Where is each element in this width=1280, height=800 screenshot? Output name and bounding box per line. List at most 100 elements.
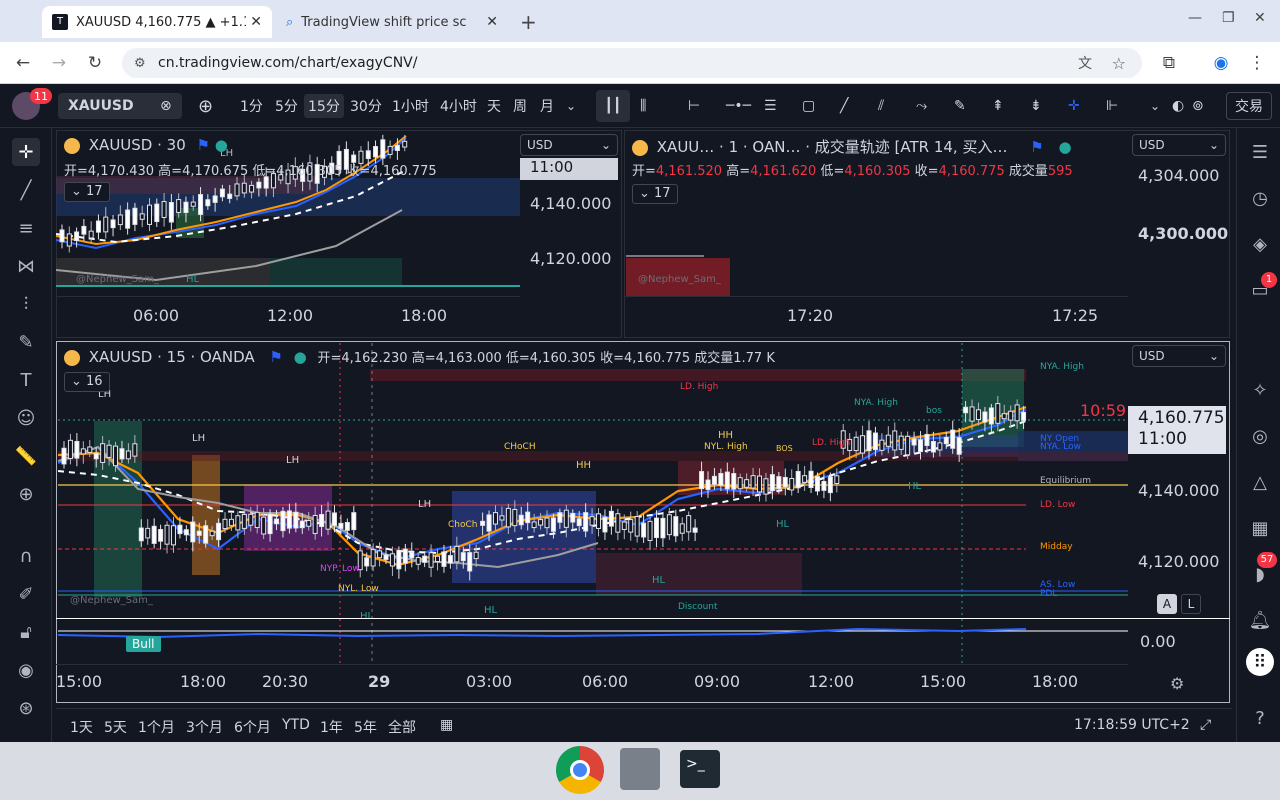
back-arrow-icon[interactable]: ← xyxy=(10,50,36,76)
interval-week[interactable]: 周 xyxy=(513,94,527,118)
site-info-icon[interactable]: ⚙ xyxy=(134,56,146,71)
emoji-icon[interactable]: ☺ xyxy=(12,404,40,432)
replay-icon[interactable]: ⊚ xyxy=(1192,94,1204,118)
browser-menu-icon[interactable]: ⋮ xyxy=(1244,50,1270,76)
fib-icon[interactable]: ☰ xyxy=(764,94,777,118)
range-1m[interactable]: 1个月 xyxy=(138,717,175,737)
chart-15m-title-row[interactable]: XAUUSD · 15 · OANDA ⚑ ● 开=4,162.230 高=4,… xyxy=(64,347,775,366)
apps-grid-icon[interactable]: ⠿ xyxy=(1246,648,1274,676)
candles-chart-type-icon[interactable]: ┃┃ xyxy=(596,90,630,122)
more-tools-dropdown-icon[interactable]: ⌄ xyxy=(1150,94,1160,118)
globe-icon[interactable]: ⊛ xyxy=(12,694,40,722)
trade-button[interactable]: 交易 xyxy=(1226,92,1272,120)
hotlist-icon[interactable]: △ xyxy=(1246,468,1274,496)
interval-1m[interactable]: 1分 xyxy=(240,94,263,118)
interval-30m[interactable]: 30分 xyxy=(350,94,382,118)
reload-icon[interactable]: ↻ xyxy=(82,50,108,76)
bookmark-star-icon[interactable]: ☆ xyxy=(1112,54,1126,73)
interval-4h[interactable]: 4小时 xyxy=(440,94,477,118)
translate-icon[interactable]: 文 xyxy=(1078,53,1092,73)
target-icon[interactable]: ◎ xyxy=(1246,422,1274,450)
ideas-icon[interactable]: ✧ xyxy=(1246,376,1274,404)
time-axis[interactable]: 15:00 18:00 20:30 29 03:00 06:00 09:00 12:00 15:… xyxy=(56,672,1128,694)
range-all[interactable]: 全部 xyxy=(388,717,416,737)
cross-cursor-icon[interactable]: ✛ xyxy=(1068,94,1080,118)
forecast-icon[interactable]: ⫶ xyxy=(12,290,40,318)
range-5d[interactable]: 5天 xyxy=(104,717,127,737)
log-scale-button[interactable]: L xyxy=(1181,594,1201,614)
tab-close-icon[interactable]: ✕ xyxy=(250,14,262,30)
short-position-icon[interactable]: ⇟ xyxy=(1030,94,1042,118)
new-tab-button[interactable]: + xyxy=(520,10,537,34)
crosshair-tool-icon[interactable]: ⊢ xyxy=(688,94,700,118)
symbol-menu-icon[interactable]: ⊗ xyxy=(160,94,172,118)
flag-icon[interactable]: ⚑ xyxy=(197,136,210,154)
chart-1m-title-row[interactable]: XAUU… · 1 · OAN… · 成交量轨迹 [ATR 14, 买入… ⚑ … xyxy=(632,136,1132,157)
alerts-clock-icon[interactable]: ◷ xyxy=(1246,184,1274,212)
interval-month[interactable]: 月 xyxy=(540,94,554,118)
chart-settings-icon[interactable]: ⚙ xyxy=(1170,674,1184,693)
compare-add-icon[interactable]: ⊕ xyxy=(198,94,213,118)
flag-icon[interactable]: ⚑ xyxy=(1030,138,1043,156)
stay-drawing-icon[interactable]: ✐ xyxy=(12,580,40,608)
horizontal-line-icon[interactable]: ─•─ xyxy=(726,94,751,118)
flag-icon[interactable]: ⚑ xyxy=(269,348,282,366)
chart-15m-plot[interactable]: NYA. High NY Open NYA. Low Equilibrium L… xyxy=(58,343,1128,663)
extensions-icon[interactable]: ⧉ xyxy=(1156,50,1182,76)
range-ytd[interactable]: YTD xyxy=(282,717,310,733)
measure-icon[interactable]: 📏 xyxy=(12,442,40,470)
interval-5m[interactable]: 5分 xyxy=(275,94,298,118)
channel-icon[interactable]: ⫽ xyxy=(878,94,884,118)
browser-tab-active[interactable]: T XAUUSD 4,160.775 ▲ +1.11% ✕ xyxy=(42,6,272,38)
close-window-button[interactable]: ✕ xyxy=(1254,10,1266,26)
theme-toggle-icon[interactable]: ◐ xyxy=(1172,94,1184,118)
indicators-icon[interactable]: ⫼ xyxy=(640,94,646,118)
maximize-button[interactable]: ❐ xyxy=(1222,10,1235,26)
indicator-toggle[interactable]: ⌄ 16 xyxy=(64,372,110,392)
range-6m[interactable]: 6个月 xyxy=(234,717,271,737)
notifications-bell-icon[interactable]: 🔔︎ xyxy=(1246,606,1274,634)
range-3m[interactable]: 3个月 xyxy=(186,717,223,737)
help-icon[interactable]: ? xyxy=(1246,704,1274,732)
profile-icon[interactable]: ◉ xyxy=(1208,50,1234,76)
date-range-icon[interactable]: ▦ xyxy=(440,717,453,733)
terminal-app-icon[interactable]: >_ xyxy=(680,750,720,788)
fib-retracement-icon[interactable]: ≡ xyxy=(12,214,40,242)
range-1y[interactable]: 1年 xyxy=(320,717,343,737)
ruler-icon[interactable]: ⊩ xyxy=(1106,94,1118,118)
interval-1h[interactable]: 1小时 xyxy=(392,94,429,118)
forward-arrow-icon[interactable]: → xyxy=(46,50,72,76)
hide-drawings-icon[interactable]: ◉ xyxy=(12,656,40,684)
magnet-icon[interactable]: ∩ xyxy=(12,542,40,570)
long-position-icon[interactable]: ⇞ xyxy=(992,94,1004,118)
calendar-icon[interactable]: ▦ xyxy=(1246,514,1274,542)
chart-30m-plot[interactable]: LH HL @Nephew_Sam_ xyxy=(56,130,520,296)
pane-separator[interactable] xyxy=(56,618,1128,619)
crosshair-icon[interactable]: ✛ xyxy=(12,138,40,166)
rectangle-icon[interactable]: ▢ xyxy=(802,94,815,118)
range-1d[interactable]: 1天 xyxy=(70,717,93,737)
indicator-toggle[interactable]: ⌄ 17 xyxy=(632,184,678,204)
trendline-icon[interactable]: ╱ xyxy=(12,176,40,204)
currency-select[interactable]: USD ⌄ xyxy=(520,134,618,156)
chrome-app-icon[interactable] xyxy=(556,746,604,794)
interval-dropdown-icon[interactable]: ⌄ xyxy=(566,94,576,118)
chart-30m-title-row[interactable]: XAUUSD · 30 ⚑ ● xyxy=(64,136,228,154)
pen-icon[interactable]: ✎ xyxy=(954,94,966,118)
system-tool-icon[interactable] xyxy=(620,748,660,790)
zoom-in-icon[interactable]: ⊕ xyxy=(12,480,40,508)
range-5y[interactable]: 5年 xyxy=(354,717,377,737)
auto-scale-button[interactable]: A xyxy=(1157,594,1177,614)
brush-icon[interactable]: ✎ xyxy=(12,328,40,356)
interval-day[interactable]: 天 xyxy=(487,94,501,118)
interval-15m[interactable]: 15分 xyxy=(304,94,344,118)
watchlist-icon[interactable]: ☰ xyxy=(1246,138,1274,166)
tab-close-icon[interactable]: ✕ xyxy=(486,14,498,30)
currency-select[interactable]: USD ⌄ xyxy=(1132,345,1226,367)
lock-icon[interactable]: 🔓︎ xyxy=(12,618,40,646)
text-icon[interactable]: T xyxy=(12,366,40,394)
fullscreen-icon[interactable]: ⤢ xyxy=(1200,717,1211,733)
clock[interactable]: 17:18:59 UTC+2 xyxy=(1074,717,1190,733)
path-icon[interactable]: ⤳ xyxy=(916,94,927,118)
trendline-icon[interactable]: ╱ xyxy=(840,94,848,118)
